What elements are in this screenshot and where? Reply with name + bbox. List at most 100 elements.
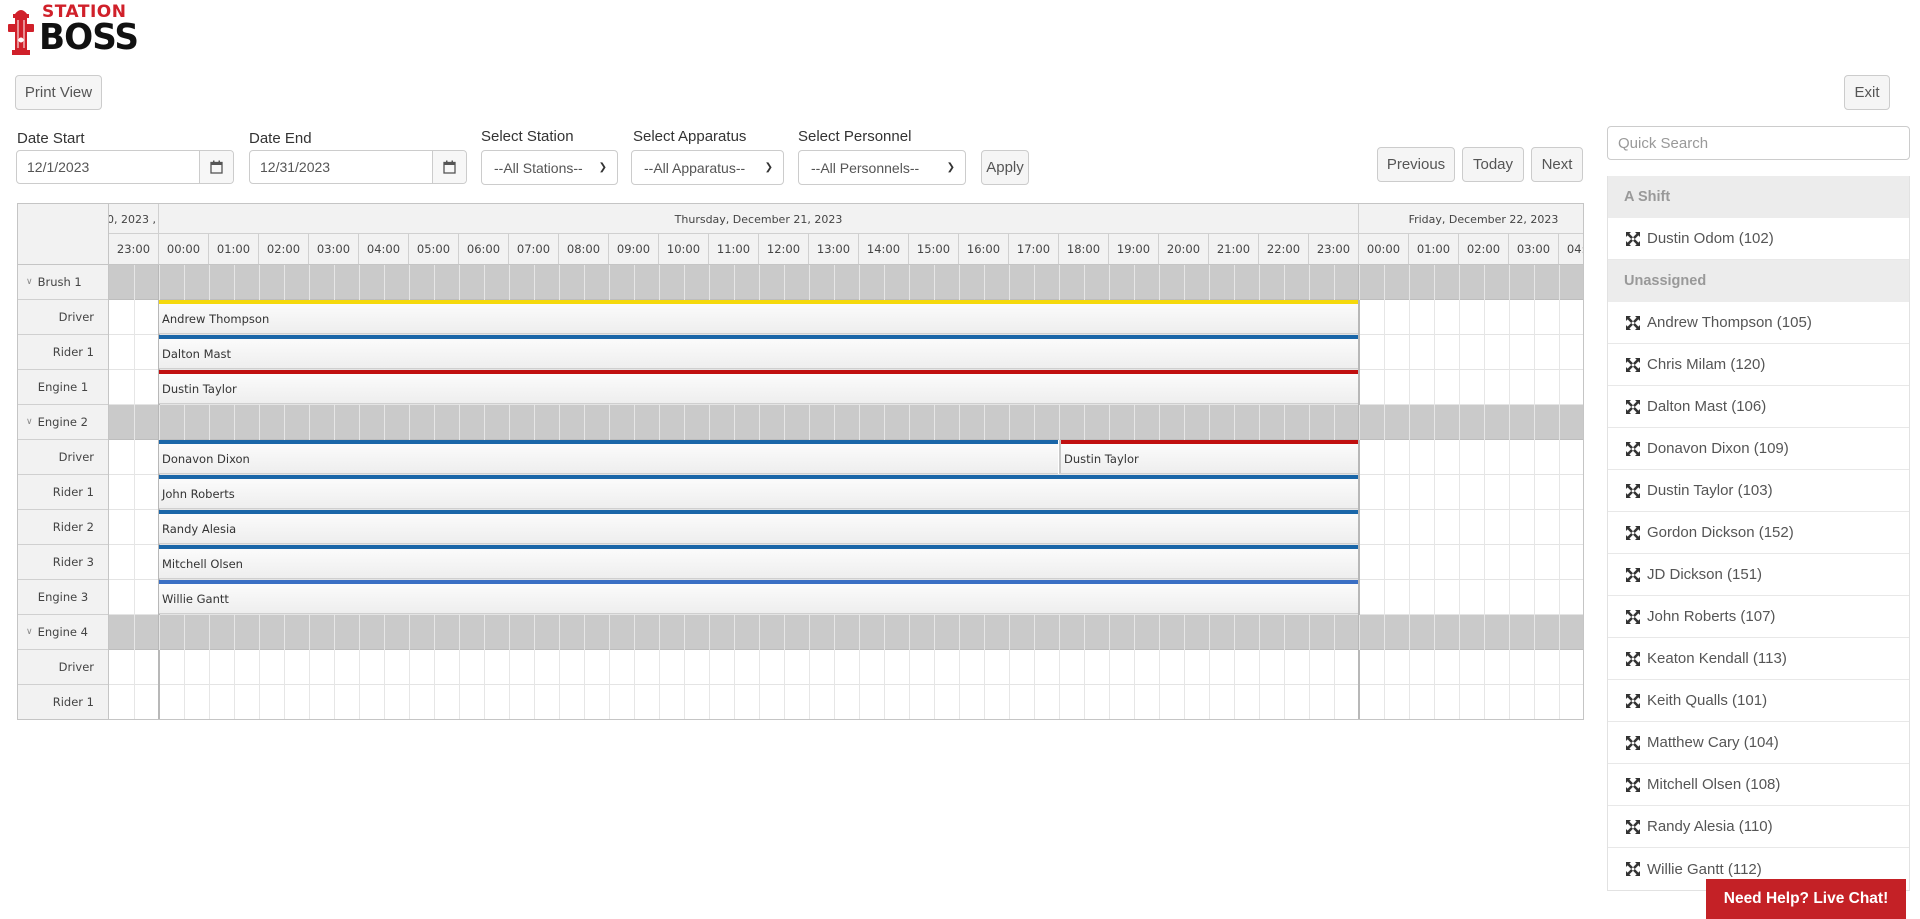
date-start-label: Date Start bbox=[17, 130, 85, 147]
grid-line bbox=[1309, 265, 1310, 300]
shift-event[interactable]: Dustin Taylor bbox=[159, 370, 1358, 404]
chevron-down-icon[interactable]: ∨ bbox=[26, 627, 33, 637]
date-end-field bbox=[249, 150, 467, 184]
grid-line bbox=[659, 405, 660, 440]
grid-line bbox=[359, 615, 360, 650]
grid-line bbox=[1534, 405, 1535, 440]
position-label: Rider 2 bbox=[18, 510, 108, 545]
grid-line bbox=[759, 405, 760, 440]
row-label-text: Engine 2 bbox=[37, 415, 88, 429]
position-label: Driver bbox=[18, 650, 108, 685]
shift-event[interactable]: Mitchell Olsen bbox=[159, 545, 1358, 579]
apply-button[interactable]: Apply bbox=[981, 150, 1029, 185]
shift-event[interactable]: Andrew Thompson bbox=[159, 300, 1358, 334]
shift-event[interactable]: Randy Alesia bbox=[159, 510, 1358, 544]
timeline-row[interactable] bbox=[109, 650, 1583, 685]
shift-event[interactable]: Willie Gantt bbox=[159, 580, 1358, 614]
hour-header: 11:00 bbox=[709, 234, 759, 264]
grid-line bbox=[859, 265, 860, 300]
hour-header: 13:00 bbox=[809, 234, 859, 264]
grid-line bbox=[1484, 615, 1485, 650]
grid-line bbox=[1109, 265, 1110, 300]
grid-line bbox=[1234, 405, 1235, 440]
apparatus-select-value: --All Apparatus-- bbox=[644, 159, 746, 176]
hour-header: 03:00 bbox=[1509, 234, 1559, 264]
grid-line bbox=[1359, 405, 1360, 440]
grid-line bbox=[384, 265, 385, 300]
personnel-item[interactable]: JD Dickson (151) bbox=[1608, 554, 1909, 596]
grid-line bbox=[1534, 615, 1535, 650]
row-label-text: Engine 4 bbox=[37, 625, 88, 639]
personnel-item[interactable]: Keaton Kendall (113) bbox=[1608, 638, 1909, 680]
position-label: Engine 1 bbox=[18, 370, 108, 405]
personnel-item[interactable]: John Roberts (107) bbox=[1608, 596, 1909, 638]
grid-line bbox=[534, 405, 535, 440]
personnel-list: A Shift Dustin Odom (102) Unassigned Andrew… bbox=[1607, 176, 1910, 891]
chevron-down-icon[interactable]: ∨ bbox=[26, 417, 33, 427]
quick-search-input[interactable] bbox=[1607, 126, 1910, 160]
grid-line bbox=[1384, 615, 1385, 650]
today-button[interactable]: Today bbox=[1462, 147, 1524, 182]
hour-header: 23:00 bbox=[109, 234, 159, 264]
personnel-item[interactable]: Andrew Thompson (105) bbox=[1608, 302, 1909, 344]
day-header: Thursday, December 21, 2023 bbox=[159, 204, 1359, 234]
grid-line bbox=[409, 615, 410, 650]
station-select-value: --All Stations-- bbox=[494, 159, 583, 176]
grid-line bbox=[1384, 405, 1385, 440]
row-label-text: Rider 1 bbox=[52, 695, 94, 709]
next-button[interactable]: Next bbox=[1531, 147, 1583, 182]
grid-line bbox=[1259, 265, 1260, 300]
timeline-row[interactable] bbox=[109, 685, 1583, 719]
shift-event[interactable]: Dalton Mast bbox=[159, 335, 1358, 369]
grid-line bbox=[1509, 405, 1510, 440]
personnel-select[interactable]: --All Personnels-- ❯ bbox=[798, 150, 966, 185]
print-view-button[interactable]: Print View bbox=[15, 75, 102, 110]
timeline[interactable]: , December 20, 2023Thursday, December 21… bbox=[109, 204, 1583, 719]
hour-header: 05:00 bbox=[409, 234, 459, 264]
grid-line bbox=[1359, 615, 1360, 650]
grid-line bbox=[334, 265, 335, 300]
date-end-calendar-button[interactable] bbox=[432, 151, 466, 183]
previous-button[interactable]: Previous bbox=[1377, 147, 1455, 182]
personnel-item[interactable]: Randy Alesia (110) bbox=[1608, 806, 1909, 848]
personnel-item[interactable]: Gordon Dickson (152) bbox=[1608, 512, 1909, 554]
shift-event[interactable]: Dustin Taylor bbox=[1059, 440, 1358, 474]
personnel-name: Donavon Dixon (109) bbox=[1647, 440, 1789, 457]
move-icon bbox=[1626, 357, 1640, 372]
grid-line bbox=[209, 265, 210, 300]
personnel-item[interactable]: Keith Qualls (101) bbox=[1608, 680, 1909, 722]
group-timeline-row[interactable] bbox=[109, 615, 1583, 650]
shift-event[interactable]: John Roberts bbox=[159, 475, 1358, 509]
personnel-item[interactable]: Chris Milam (120) bbox=[1608, 344, 1909, 386]
date-start-input[interactable] bbox=[17, 151, 199, 183]
grid-line bbox=[1484, 265, 1485, 719]
personnel-item[interactable]: Mitchell Olsen (108) bbox=[1608, 764, 1909, 806]
date-end-input[interactable] bbox=[250, 151, 432, 183]
grid-line bbox=[584, 265, 585, 300]
grid-line bbox=[384, 405, 385, 440]
apparatus-group-label[interactable]: ∨ Engine 2 bbox=[18, 405, 108, 440]
grid-line bbox=[734, 265, 735, 300]
personnel-item[interactable]: Dalton Mast (106) bbox=[1608, 386, 1909, 428]
apparatus-group-label[interactable]: ∨ Engine 4 bbox=[18, 615, 108, 650]
personnel-item[interactable]: Dustin Odom (102) bbox=[1608, 218, 1909, 260]
date-start-calendar-button[interactable] bbox=[199, 151, 233, 183]
group-timeline-row[interactable] bbox=[109, 405, 1583, 440]
live-chat-button[interactable]: Need Help? Live Chat! bbox=[1706, 879, 1906, 919]
exit-button[interactable]: Exit bbox=[1844, 75, 1890, 110]
group-timeline-row[interactable] bbox=[109, 265, 1583, 300]
hour-header: 02:00 bbox=[259, 234, 309, 264]
shift-event[interactable]: Donavon Dixon bbox=[159, 440, 1058, 474]
station-select[interactable]: --All Stations-- ❯ bbox=[481, 150, 618, 185]
personnel-item[interactable]: Donavon Dixon (109) bbox=[1608, 428, 1909, 470]
chevron-down-icon[interactable]: ∨ bbox=[26, 277, 33, 287]
apparatus-select[interactable]: --All Apparatus-- ❯ bbox=[631, 150, 784, 185]
personnel-item[interactable]: Matthew Cary (104) bbox=[1608, 722, 1909, 764]
personnel-item[interactable]: Dustin Taylor (103) bbox=[1608, 470, 1909, 512]
apparatus-group-label[interactable]: ∨ Brush 1 bbox=[18, 265, 108, 300]
grid-line bbox=[1209, 265, 1210, 300]
personnel-name: Randy Alesia (110) bbox=[1647, 818, 1773, 835]
grid-line bbox=[234, 405, 235, 440]
grid-line bbox=[184, 615, 185, 650]
row-label-text: Driver bbox=[58, 310, 94, 324]
